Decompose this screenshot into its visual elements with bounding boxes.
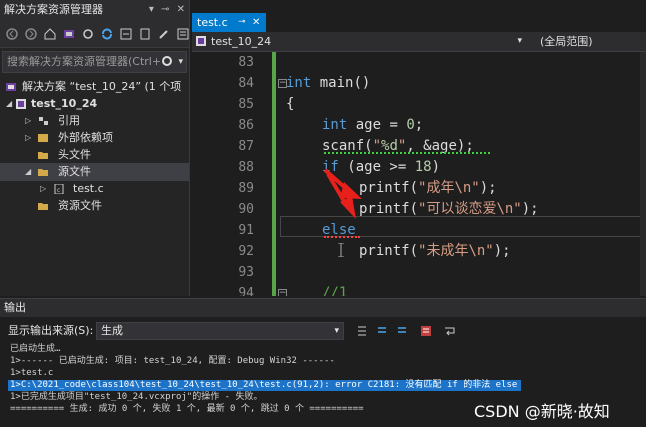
solution-explorer-search-input[interactable]: 搜索解决方案资源管理器(Ctrl+ ▾ — [2, 51, 187, 73]
output-line: 1>已完成生成项目"test_10_24.vcxproj"的操作 - 失败。 — [10, 392, 263, 402]
tree-label-test-c: test.c — [73, 182, 104, 195]
collapse-all-icon[interactable] — [120, 28, 132, 40]
tree-label-headers: 头文件 — [58, 148, 91, 161]
tab-label: test.c — [197, 16, 228, 29]
output-line: 已启动生成… — [10, 344, 61, 354]
dropdown-icon[interactable]: ▾ — [149, 4, 154, 15]
output-line-error[interactable]: 1>C:\2021_code\class104\test_10_24\test_… — [8, 380, 522, 391]
folder-icon — [38, 203, 48, 210]
solution-icon — [6, 83, 16, 91]
code-editor[interactable]: 83 84 85 86 87 88 89 90 91 92 93 94 − − … — [192, 52, 646, 296]
output-source-select[interactable]: 生成 ▾ — [96, 322, 344, 340]
watermark: CSDN @新晓·故知 — [474, 402, 610, 421]
search-icon — [162, 56, 172, 66]
forward-icon[interactable] — [25, 27, 37, 40]
output-line: ========== 生成: 成功 0 个, 失败 1 个, 最新 0 个, 跳… — [10, 404, 364, 414]
sync-icon[interactable] — [101, 28, 113, 40]
chevron-down-icon: ▾ — [517, 36, 522, 46]
tree-item-sources[interactable]: ◢ 源文件 — [0, 163, 189, 181]
solution-explorer-title-bar: 解决方案资源管理器 ▾ ⊸ ✕ — [0, 0, 189, 20]
back-icon[interactable] — [6, 27, 18, 40]
tree-label-resources: 资源文件 — [58, 199, 102, 212]
collapse-arrow-icon[interactable]: ▷ — [25, 129, 31, 147]
editor-tab-bar: test.c ⊸ ✕ — [192, 13, 646, 32]
preview-icon[interactable] — [177, 28, 189, 40]
solution-explorer-title: 解决方案资源管理器 — [4, 3, 103, 16]
annotation-arrows — [323, 168, 362, 219]
output-toolbar: 显示输出来源(S): 生成 ▾ — [0, 320, 646, 342]
show-all-files-icon[interactable] — [139, 28, 151, 40]
tree-item-solution[interactable]: 解决方案 “test_10_24” (1 个项 — [0, 78, 189, 96]
search-placeholder: 搜索解决方案资源管理器(Ctrl+ — [7, 55, 162, 68]
tree-item-test-c[interactable]: ▷ c test.c — [0, 180, 189, 198]
tree-item-references[interactable]: ▷ 引用 — [0, 112, 189, 130]
find-message-icon[interactable] — [396, 325, 408, 337]
pin-icon[interactable]: ⊸ — [238, 13, 246, 32]
annotation-arrow-1 — [323, 168, 362, 199]
references-icon — [39, 117, 48, 125]
home-icon[interactable] — [44, 27, 56, 40]
scope-dropdown[interactable]: (全局范围) — [532, 33, 646, 50]
properties-icon[interactable] — [158, 28, 170, 40]
output-title-bar: 输出 — [0, 299, 646, 317]
external-deps-icon — [38, 134, 48, 142]
svg-text:c: c — [57, 187, 60, 194]
solution-explorer-panel: 解决方案资源管理器 ▾ ⊸ ✕ 搜索解决方案资源管理器(Ctrl+ ▾ 解决方案… — [0, 0, 190, 296]
tree-item-resources[interactable]: 资源文件 — [0, 197, 189, 215]
chevron-down-icon: ▾ — [334, 326, 339, 336]
switch-views-icon[interactable] — [63, 28, 75, 40]
close-tab-icon[interactable]: ✕ — [252, 13, 260, 32]
clear-all-icon[interactable] — [420, 325, 432, 337]
output-source-value: 生成 — [101, 324, 123, 337]
project-dropdown-label: test_10_24 — [211, 35, 272, 48]
editor-navigation-bar: test_10_24 ▾ (全局范围) — [192, 32, 646, 52]
tree-label-references: 引用 — [58, 114, 80, 127]
project-dropdown[interactable]: test_10_24 ▾ — [192, 33, 528, 50]
tree-label-sources: 源文件 — [58, 165, 91, 178]
collapse-arrow-icon[interactable]: ▷ — [25, 112, 31, 130]
c-file-icon: c — [54, 184, 64, 194]
collapse-arrow-icon[interactable]: ▷ — [40, 180, 46, 198]
pin-icon[interactable]: ⊸ — [161, 4, 169, 15]
expand-arrow-icon[interactable]: ◢ — [6, 95, 12, 113]
output-line: 1>test.c — [10, 368, 54, 378]
editor-scrollbar[interactable] — [640, 52, 646, 296]
solution-explorer-toolbar — [0, 20, 189, 48]
go-to-next-icon[interactable] — [376, 325, 388, 337]
output-line: 1>------ 已启动生成: 项目: test_10_24, 配置: Debu… — [10, 356, 335, 366]
tree-item-project[interactable]: ◢ test_10_24 — [0, 95, 189, 113]
output-source-label: 显示输出来源(S): — [8, 324, 94, 337]
close-icon[interactable]: ✕ — [177, 4, 185, 15]
tree-label-project: test_10_24 — [31, 97, 98, 110]
scope-dropdown-label: (全局范围) — [540, 35, 593, 48]
tree-label-external-deps: 外部依赖项 — [58, 131, 113, 144]
tree-item-headers[interactable]: 头文件 — [0, 146, 189, 164]
annotation-arrow-2 — [326, 172, 356, 219]
output-title: 输出 — [4, 301, 26, 314]
tree-label-solution: 解决方案 “test_10_24” (1 个项 — [22, 80, 182, 93]
expand-arrow-icon[interactable]: ◢ — [25, 163, 31, 181]
project-icon — [16, 99, 26, 109]
project-icon — [196, 36, 206, 46]
tab-test-c[interactable]: test.c ⊸ ✕ — [192, 13, 266, 32]
pending-changes-icon[interactable] — [82, 28, 94, 40]
go-to-previous-icon[interactable] — [356, 325, 368, 337]
folder-open-icon — [38, 169, 48, 176]
chevron-down-icon[interactable]: ▾ — [178, 52, 183, 72]
folder-icon — [38, 152, 48, 159]
toggle-word-wrap-icon[interactable] — [444, 325, 456, 337]
tree-item-external-deps[interactable]: ▷ 外部依赖项 — [0, 129, 189, 147]
